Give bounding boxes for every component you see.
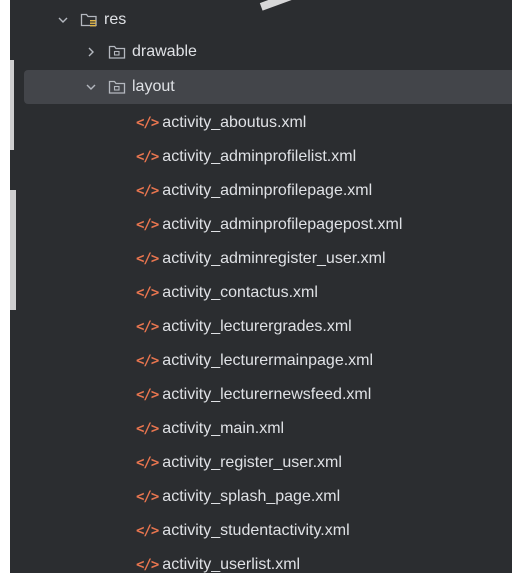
file-label: activity_contactus.xml <box>162 284 318 301</box>
tree-node-label: res <box>104 11 127 28</box>
xml-file-icon: </> <box>136 285 159 301</box>
file-label: activity_userlist.xml <box>162 556 301 573</box>
file-label: activity_adminprofilelist.xml <box>162 148 357 165</box>
xml-file-icon: </> <box>136 353 159 369</box>
file-label: activity_adminprofilepage.xml <box>162 182 373 199</box>
tree-file-row[interactable]: </> activity_register_user.xml <box>10 446 512 480</box>
xml-file-icon: </> <box>136 183 159 199</box>
chevron-down-icon[interactable] <box>84 80 98 94</box>
tree-node-layout[interactable]: layout <box>24 70 512 104</box>
folder-icon <box>108 43 126 61</box>
file-label: activity_main.xml <box>162 420 285 437</box>
xml-file-icon: </> <box>136 455 159 471</box>
tree-file-row[interactable]: </> activity_splash_page.xml <box>10 480 512 514</box>
xml-file-icon: </> <box>136 489 159 505</box>
tree-file-row[interactable]: </> activity_contactus.xml <box>10 276 512 310</box>
file-label: activity_aboutus.xml <box>162 114 307 131</box>
file-label: activity_adminprofilepagepost.xml <box>162 216 403 233</box>
tree-file-row[interactable]: </> activity_lecturergrades.xml <box>10 310 512 344</box>
tree-file-row[interactable]: </> activity_studentactivity.xml <box>10 514 512 548</box>
xml-file-icon: </> <box>136 523 159 539</box>
xml-file-icon: </> <box>136 421 159 437</box>
file-label: activity_splash_page.xml <box>162 488 341 505</box>
chevron-down-icon[interactable] <box>56 13 70 27</box>
file-label: activity_lecturergrades.xml <box>162 318 352 335</box>
xml-file-icon: </> <box>136 319 159 335</box>
project-tree-panel: res drawable layout </> activity_aboutus.… <box>10 0 512 573</box>
xml-file-icon: </> <box>136 387 159 403</box>
tree-file-row[interactable]: </> activity_main.xml <box>10 412 512 446</box>
tree-file-row[interactable]: </> activity_lecturernewsfeed.xml <box>10 378 512 412</box>
tree-node-label: layout <box>132 78 175 95</box>
tree-file-row[interactable]: </> activity_adminprofilelist.xml <box>10 140 512 174</box>
tree-node-res[interactable]: res <box>10 3 512 37</box>
tree-file-row[interactable]: </> activity_lecturermainpage.xml <box>10 344 512 378</box>
folder-icon <box>108 78 126 96</box>
xml-file-icon: </> <box>136 115 159 131</box>
tree-node-label: drawable <box>132 43 197 60</box>
xml-file-icon: </> <box>136 217 159 233</box>
xml-file-icon: </> <box>136 557 159 573</box>
file-label: activity_lecturernewsfeed.xml <box>162 386 372 403</box>
file-label: activity_adminregister_user.xml <box>162 250 386 267</box>
file-label: activity_studentactivity.xml <box>162 522 350 539</box>
tree-file-row[interactable]: </> activity_adminprofilepage.xml <box>10 174 512 208</box>
chevron-right-icon[interactable] <box>84 45 98 59</box>
tree-node-drawable[interactable]: drawable <box>10 35 512 69</box>
file-label: activity_register_user.xml <box>162 454 342 471</box>
tree-file-row[interactable]: </> activity_adminprofilepagepost.xml <box>10 208 512 242</box>
resource-folder-icon <box>80 11 98 29</box>
xml-file-icon: </> <box>136 251 159 267</box>
tree-file-row[interactable]: </> activity_adminregister_user.xml <box>10 242 512 276</box>
tree-file-row[interactable]: </> activity_userlist.xml <box>10 548 512 573</box>
xml-file-icon: </> <box>136 149 159 165</box>
file-label: activity_lecturermainpage.xml <box>162 352 374 369</box>
tree-file-row[interactable]: </> activity_aboutus.xml <box>10 106 512 140</box>
